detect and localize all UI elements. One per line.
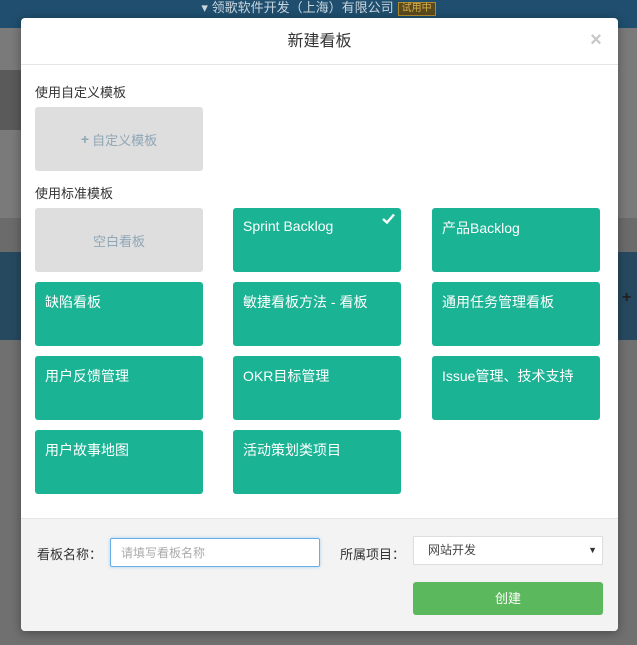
template-tile-label: 用户故事地图 (45, 442, 129, 458)
dialog-footer: 看板名称： 所属项目： 网站开发 ▼ 创建 (21, 518, 618, 631)
close-icon[interactable]: × (588, 30, 604, 50)
caret-down-icon: ▾ (201, 0, 212, 15)
trial-badge: 试用中 (397, 2, 436, 16)
template-tile[interactable]: OKR目标管理 (233, 356, 401, 420)
plus-icon: + (80, 131, 90, 147)
custom-template-section-label: 使用自定义模板 (35, 85, 127, 100)
board-name-label: 看板名称： (37, 547, 103, 562)
custom-template-label: 自定义模板 (92, 132, 158, 148)
company-name: 领歌软件开发（上海）有限公司 (211, 0, 394, 15)
template-tile[interactable]: 用户反馈管理 (35, 356, 203, 420)
create-button[interactable]: 创建 (413, 582, 603, 615)
template-tile-label: 活动策划类项目 (243, 442, 341, 458)
template-tile[interactable]: Sprint Backlog (233, 208, 401, 272)
project-select[interactable]: 网站开发 ▼ (413, 536, 603, 565)
template-tile[interactable]: 缺陷看板 (35, 282, 203, 346)
template-tile[interactable]: 空白看板 (35, 208, 203, 272)
template-tile[interactable]: Issue管理、技术支持 (432, 356, 600, 420)
template-tile-label: OKR目标管理 (243, 368, 330, 384)
template-tile[interactable]: 通用任务管理看板 (432, 282, 600, 346)
dialog-header: 新建看板 × (21, 18, 618, 65)
template-tile[interactable]: 敏捷看板方法 - 看板 (233, 282, 401, 346)
template-tile-label: 敏捷看板方法 - 看板 (243, 294, 368, 310)
template-tile-label: 缺陷看板 (45, 294, 101, 310)
check-icon (382, 213, 395, 224)
template-tile[interactable]: 用户故事地图 (35, 430, 203, 494)
dialog-title: 新建看板 (287, 33, 352, 50)
template-tile-label: 用户反馈管理 (45, 368, 129, 384)
standard-template-section-label: 使用标准模板 (35, 186, 114, 201)
board-name-input[interactable] (110, 538, 320, 567)
chevron-down-icon: ▼ (588, 545, 597, 555)
template-tile[interactable]: 产品Backlog (432, 208, 600, 272)
template-tile-label: 产品Backlog (442, 220, 520, 236)
template-tile-label: 空白看板 (92, 233, 145, 249)
new-board-dialog: 新建看板 × 使用自定义模板 + 自定义模板 使用标准模板 空白看板 Sprint … (21, 18, 618, 631)
plus-icon: + (622, 289, 632, 306)
company-header: ▾ 领歌软件开发（上海）有限公司 试用中 (0, 0, 637, 16)
template-tile-label: Issue管理、技术支持 (442, 368, 574, 384)
template-tile-label: Sprint Backlog (243, 218, 334, 234)
project-select-value: 网站开发 (428, 543, 477, 557)
custom-template-button[interactable]: + 自定义模板 (35, 107, 203, 171)
template-tile[interactable]: 活动策划类项目 (233, 430, 401, 494)
project-label: 所属项目： (340, 547, 406, 562)
template-tile-label: 通用任务管理看板 (442, 294, 554, 310)
